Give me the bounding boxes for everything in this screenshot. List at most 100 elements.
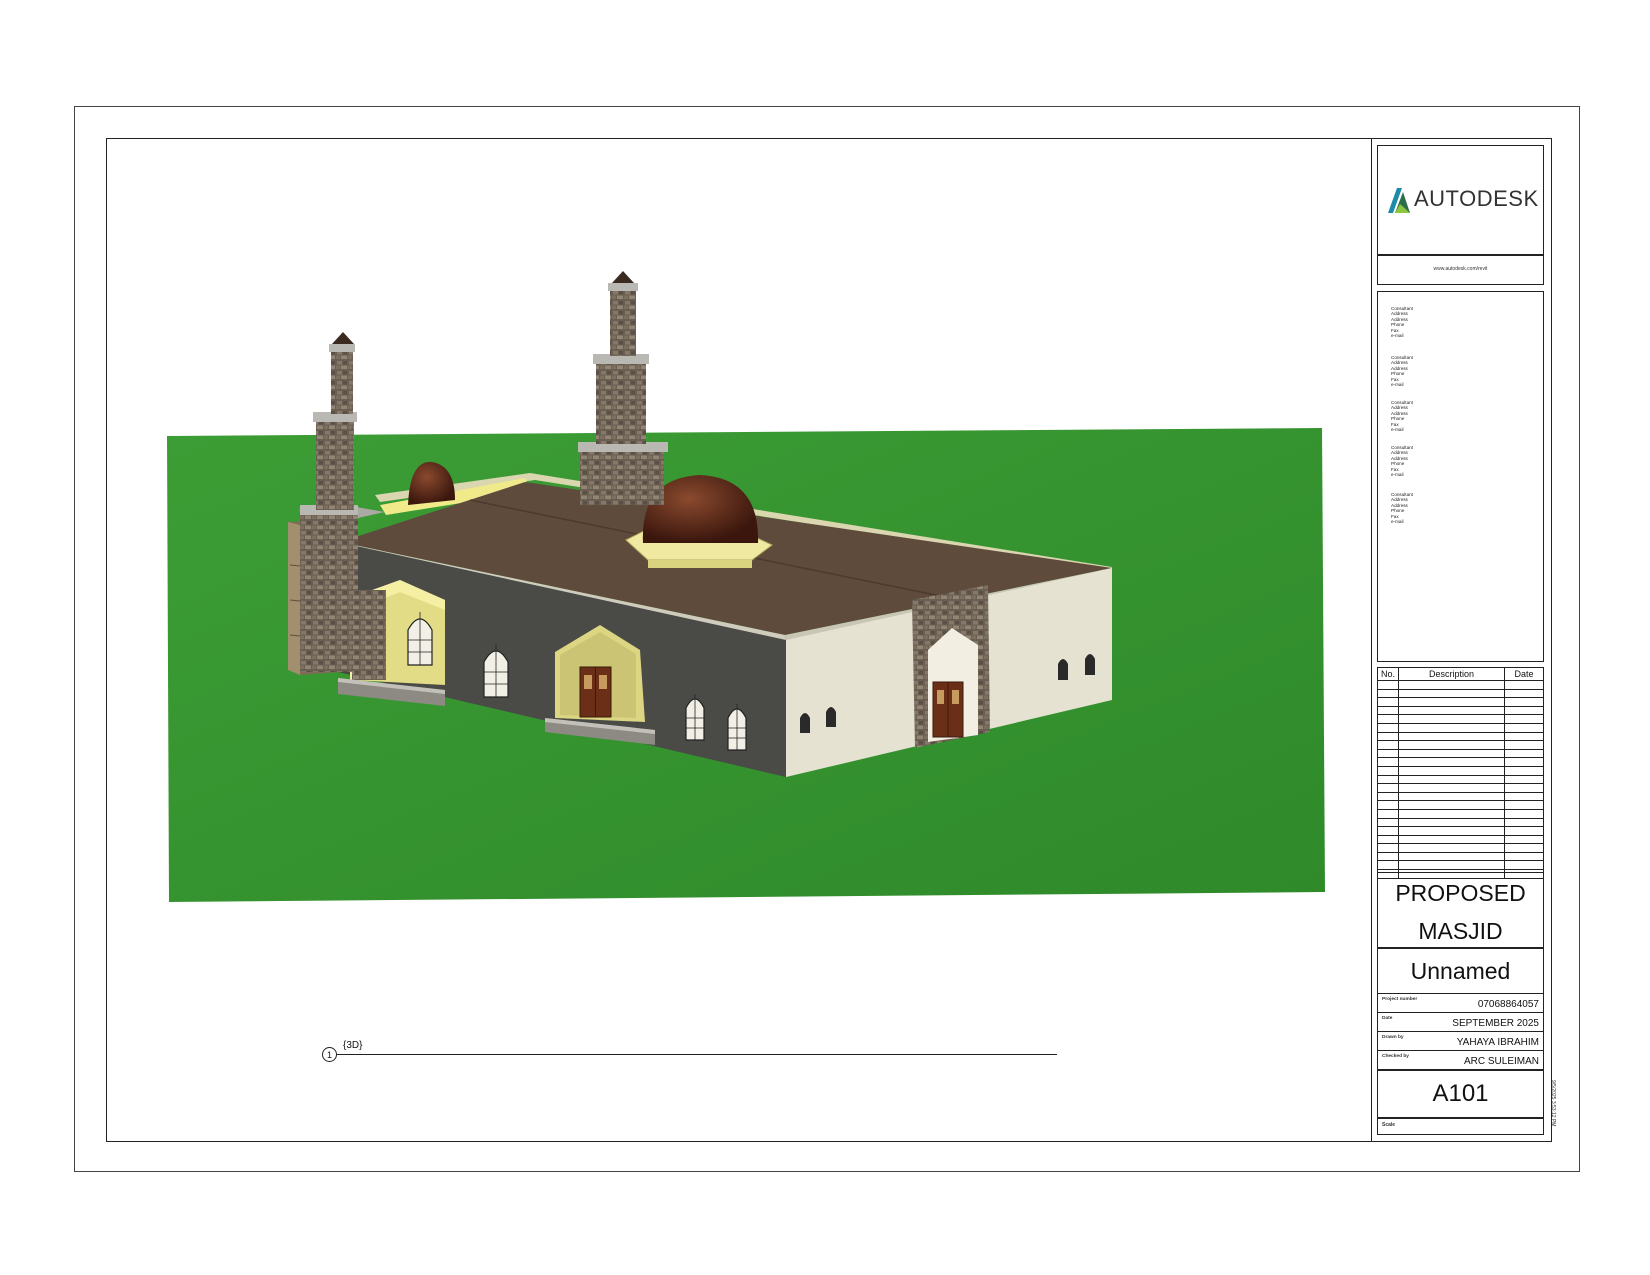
revision-cell [1398, 843, 1505, 853]
revision-row [1377, 791, 1544, 802]
sheet-number: A101 [1432, 1080, 1489, 1107]
revision-row [1377, 722, 1544, 733]
info-row-checked-by: Checked by ARC SULEIMAN [1377, 1051, 1544, 1070]
info-label: Project number [1382, 997, 1418, 1002]
revision-cell [1398, 834, 1505, 845]
revision-cell [1377, 697, 1399, 707]
project-name-line-2: MASJID [1418, 918, 1503, 944]
revision-cell [1504, 765, 1544, 776]
revision-row [1377, 697, 1544, 707]
info-value: YAHAYA IBRAHIM [1456, 1037, 1539, 1048]
revision-cell [1504, 791, 1544, 802]
revision-cell [1377, 774, 1399, 785]
print-date: 9/5/2025 3:53:12 PM [1550, 1080, 1556, 1127]
revision-row [1377, 808, 1544, 819]
revision-row [1377, 757, 1544, 767]
info-value: SEPTEMBER 2025 [1452, 1018, 1539, 1029]
revision-cell [1398, 791, 1505, 802]
revision-cell [1377, 748, 1399, 759]
info-value: ARC SULEIMAN [1463, 1056, 1539, 1067]
info-row-drawn-by: Drawn by YAHAYA IBRAHIM [1377, 1032, 1544, 1051]
revision-cell [1377, 817, 1399, 828]
revision-cell [1504, 783, 1544, 793]
revision-row [1377, 688, 1544, 699]
view-number-circle: 1 [322, 1047, 337, 1062]
revision-cell [1398, 680, 1505, 690]
revision-cell [1398, 688, 1505, 699]
revision-row [1377, 826, 1544, 836]
project-name: PROPOSED MASJID [1377, 874, 1544, 950]
revision-row [1377, 731, 1544, 742]
revision-cell [1504, 826, 1544, 836]
revision-cell [1398, 740, 1505, 750]
title-block-divider [1371, 138, 1372, 1142]
revision-row [1377, 843, 1544, 853]
consultant-block: Consultant Address Address Phone Fax e-mail [1391, 445, 1413, 478]
revision-cell [1398, 826, 1505, 836]
revision-row [1377, 714, 1544, 724]
consultant-block: Consultant Address Address Phone Fax e-mail [1391, 306, 1413, 339]
revision-cell [1377, 731, 1399, 742]
revision-cell [1504, 757, 1544, 767]
minaret-center [578, 271, 668, 505]
info-label: Checked by [1382, 1054, 1409, 1059]
revision-cell [1504, 817, 1544, 828]
revision-cell [1504, 705, 1544, 716]
autodesk-logo-icon [1388, 188, 1410, 213]
revision-table: No. Description Date [1377, 667, 1544, 879]
revision-cell [1504, 722, 1544, 733]
revision-cell [1377, 705, 1399, 716]
revision-cell [1504, 688, 1544, 699]
revision-cell [1504, 697, 1544, 707]
revision-row [1377, 834, 1544, 845]
revision-cell [1377, 757, 1399, 767]
revision-cell [1398, 851, 1505, 862]
revision-cell [1398, 765, 1505, 776]
revision-cell [1377, 783, 1399, 793]
revision-cell [1504, 774, 1544, 785]
revision-cell [1377, 765, 1399, 776]
revision-cell [1377, 808, 1399, 819]
view-title-line [337, 1054, 1057, 1055]
consultant-block: Consultant Address Address Phone Fax e-mail [1391, 492, 1413, 525]
revision-date-header: Date [1504, 667, 1544, 681]
revision-cell [1398, 714, 1505, 724]
revision-cell [1377, 791, 1399, 802]
revision-cell [1504, 834, 1544, 845]
project-name-line-1: PROPOSED [1395, 880, 1526, 906]
revision-cell [1398, 757, 1505, 767]
revision-cell [1398, 697, 1505, 707]
revision-cell [1398, 774, 1505, 785]
revision-row [1377, 851, 1544, 862]
revision-row [1377, 860, 1544, 871]
revision-row [1377, 740, 1544, 750]
revision-cell [1398, 731, 1505, 742]
consultant-block: Consultant Address Address Phone Fax e-mail [1391, 355, 1413, 388]
revision-row [1377, 680, 1544, 690]
revision-cell [1398, 722, 1505, 733]
revision-row [1377, 774, 1544, 785]
scale-box [1377, 1118, 1544, 1135]
revision-cell [1377, 851, 1399, 862]
revision-cell [1398, 748, 1505, 759]
scale-label: Scale [1382, 1122, 1396, 1128]
sheet-name: Unnamed [1410, 958, 1511, 984]
revision-cell [1377, 722, 1399, 733]
revision-cell [1398, 783, 1505, 793]
revision-cell [1398, 705, 1505, 716]
revision-row [1377, 817, 1544, 828]
revision-cell [1398, 860, 1505, 871]
revision-cell [1504, 740, 1544, 750]
revision-cell [1504, 860, 1544, 871]
revision-cell [1398, 800, 1505, 810]
revision-cell [1398, 808, 1505, 819]
revision-row [1377, 783, 1544, 793]
revision-cell [1504, 714, 1544, 724]
info-label: Drawn by [1382, 1035, 1404, 1040]
revision-cell [1504, 843, 1544, 853]
info-row-date: Date SEPTEMBER 2025 [1377, 1013, 1544, 1032]
revision-cell [1504, 748, 1544, 759]
revision-cell [1398, 817, 1505, 828]
revision-description-header: Description [1398, 667, 1505, 681]
revision-cell [1377, 680, 1399, 690]
